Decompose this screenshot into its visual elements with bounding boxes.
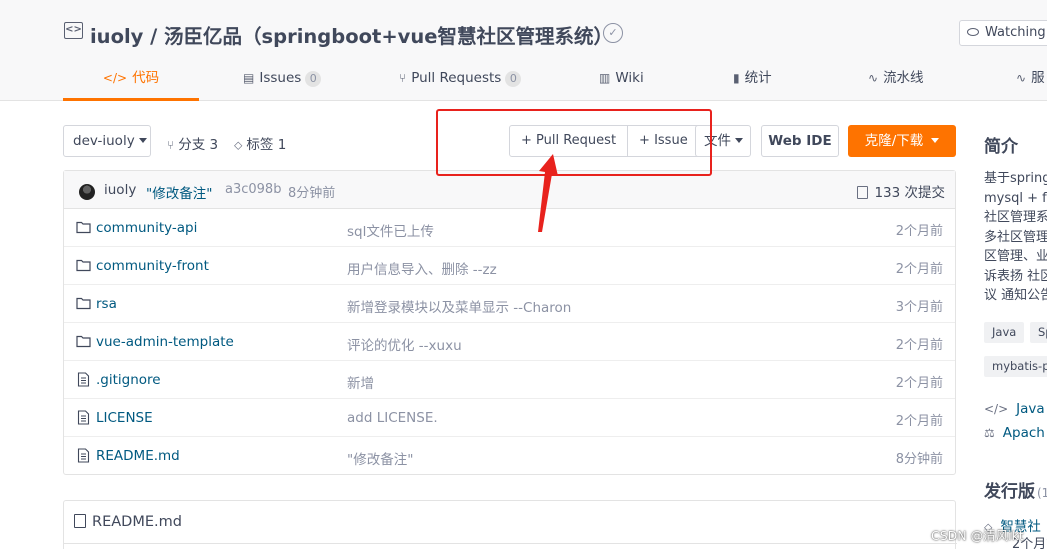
table-row: community-api sql文件已上传 2个月前 (64, 209, 955, 247)
tab-wiki[interactable]: ▥ Wiki (599, 62, 644, 101)
list-icon (74, 514, 86, 528)
file-name-link[interactable]: README.md (96, 448, 180, 464)
file-time: 2个月前 (895, 262, 943, 277)
file-commit-message[interactable]: 用户信息导入、删除 --zz (347, 258, 497, 278)
readme-title: README.md (74, 514, 182, 530)
license-link[interactable]: ⚖ Apach (984, 425, 1045, 441)
clone-download-button[interactable]: 克隆/下载 (848, 125, 956, 157)
file-table: iuoly "修改备注" a3c098b 8分钟前 133 次提交 commun… (63, 170, 956, 475)
file-commit-message[interactable]: sql文件已上传 (347, 220, 434, 240)
folder-icon (76, 335, 91, 348)
eye-icon (967, 28, 979, 36)
tab-service[interactable]: ∿ 服 (1016, 62, 1045, 101)
repo-header: <> iuoly / 汤臣亿品（springboot+vue智慧社区管理系统） … (0, 0, 1047, 101)
table-row: community-front 用户信息导入、删除 --zz 2个月前 (64, 247, 955, 285)
scale-icon: ⚖ (984, 426, 995, 440)
tab-code[interactable]: </> 代码 (63, 62, 199, 101)
pulse-icon: ∿ (1016, 71, 1027, 85)
file-icon (77, 448, 90, 463)
latest-commit-row: iuoly "修改备注" a3c098b 8分钟前 133 次提交 (64, 171, 955, 209)
file-commit-message[interactable]: 新增 (347, 372, 374, 392)
file-commit-message[interactable]: add LICENSE. (347, 410, 438, 426)
code-icon: </> (102, 71, 128, 85)
repo-title[interactable]: iuoly / 汤臣亿品（springboot+vue智慧社区管理系统） (90, 20, 613, 49)
recommended-badge-icon[interactable]: ✓ (603, 23, 623, 43)
code-icon: </> (984, 402, 1009, 416)
tab-issues[interactable]: ▤ Issues 0 (243, 62, 322, 101)
bar-chart-icon: ▮ (733, 71, 740, 85)
web-ide-button[interactable]: Web IDE (761, 125, 839, 157)
watermark: CSDN @清风ikt (931, 528, 1024, 543)
file-commit-message[interactable]: 新增登录模块以及菜单显示 --Charon (347, 296, 571, 316)
file-commit-message[interactable]: "修改备注" (347, 448, 413, 468)
table-row: .gitignore 新增 2个月前 (64, 361, 955, 399)
intro-heading: 简介 (984, 137, 1018, 157)
issues-icon: ▤ (243, 71, 255, 85)
file-icon (77, 372, 90, 387)
avatar[interactable] (79, 184, 95, 200)
wiki-icon: ▥ (599, 71, 611, 85)
readme-panel: README.md (63, 500, 957, 549)
commit-count-link[interactable]: 133 次提交 (857, 181, 945, 201)
topic-tag[interactable]: Java (984, 322, 1025, 343)
commit-message[interactable]: "修改备注" (146, 182, 212, 202)
commit-hash[interactable]: a3c098b (225, 182, 281, 197)
document-icon (857, 186, 869, 199)
releases-heading: 发行版 (1 (984, 482, 1047, 502)
pull-request-icon: ⑂ (399, 71, 407, 85)
branch-select[interactable]: dev-iuoly (63, 125, 151, 157)
commit-author[interactable]: iuoly (104, 182, 136, 198)
file-commit-message[interactable]: 评论的优化 --xuxu (347, 334, 462, 354)
repo-description: 基于spring mysql + fa 社区管理系 多社区管理 区管理、业 诉表… (984, 171, 1047, 303)
file-name-link[interactable]: community-api (96, 220, 197, 236)
language-link[interactable]: </>Java 等 (984, 397, 1047, 417)
branches-link[interactable]: ⑂ 分支 3 (167, 133, 218, 153)
file-time: 2个月前 (895, 414, 943, 429)
tags-link[interactable]: ⬦ 标签 1 (234, 133, 286, 153)
file-time: 2个月前 (895, 338, 943, 353)
folder-icon (76, 259, 91, 272)
chevron-down-icon (138, 138, 147, 143)
file-name-link[interactable]: rsa (96, 296, 117, 312)
chevron-down-icon (931, 138, 940, 143)
folder-icon (76, 221, 91, 234)
tab-pipeline[interactable]: ∿ 流水线 (868, 62, 924, 101)
tab-statistics[interactable]: ▮ 统计 (733, 62, 772, 101)
topic-tag[interactable]: mybatis-pl (984, 356, 1047, 377)
branch-icon: ⑂ (167, 138, 175, 152)
pipeline-icon: ∿ (868, 71, 879, 85)
tag-icon: ⬦ (234, 138, 243, 152)
highlight-box (436, 109, 712, 176)
table-row: rsa 新增登录模块以及菜单显示 --Charon 3个月前 (64, 285, 955, 323)
table-row: README.md "修改备注" 8分钟前 (64, 437, 955, 475)
file-time: 3个月前 (895, 300, 943, 315)
topic-tag[interactable]: Sp (1030, 322, 1047, 343)
file-time: 2个月前 (895, 224, 943, 239)
repository-icon: <> (64, 22, 83, 39)
divider (64, 543, 957, 544)
annotation-arrow-icon (538, 154, 558, 232)
file-icon (77, 410, 90, 425)
file-time: 2个月前 (895, 376, 943, 391)
issues-count-badge: 0 (305, 71, 322, 87)
file-name-link[interactable]: vue-admin-template (96, 334, 234, 350)
file-name-link[interactable]: community-front (96, 258, 209, 274)
file-name-link[interactable]: LICENSE (96, 410, 153, 426)
commit-time: 8分钟前 (288, 186, 336, 201)
watch-button[interactable]: Watching (959, 20, 1047, 46)
table-row: vue-admin-template 评论的优化 --xuxu 2个月前 (64, 323, 955, 361)
tab-pull-requests[interactable]: ⑂ Pull Requests 0 (399, 62, 522, 101)
file-time: 8分钟前 (895, 452, 943, 467)
pull-requests-count-badge: 0 (505, 71, 522, 87)
file-name-link[interactable]: .gitignore (96, 372, 161, 388)
chevron-down-icon (735, 138, 743, 143)
table-row: LICENSE add LICENSE. 2个月前 (64, 399, 955, 437)
folder-icon (76, 297, 91, 310)
